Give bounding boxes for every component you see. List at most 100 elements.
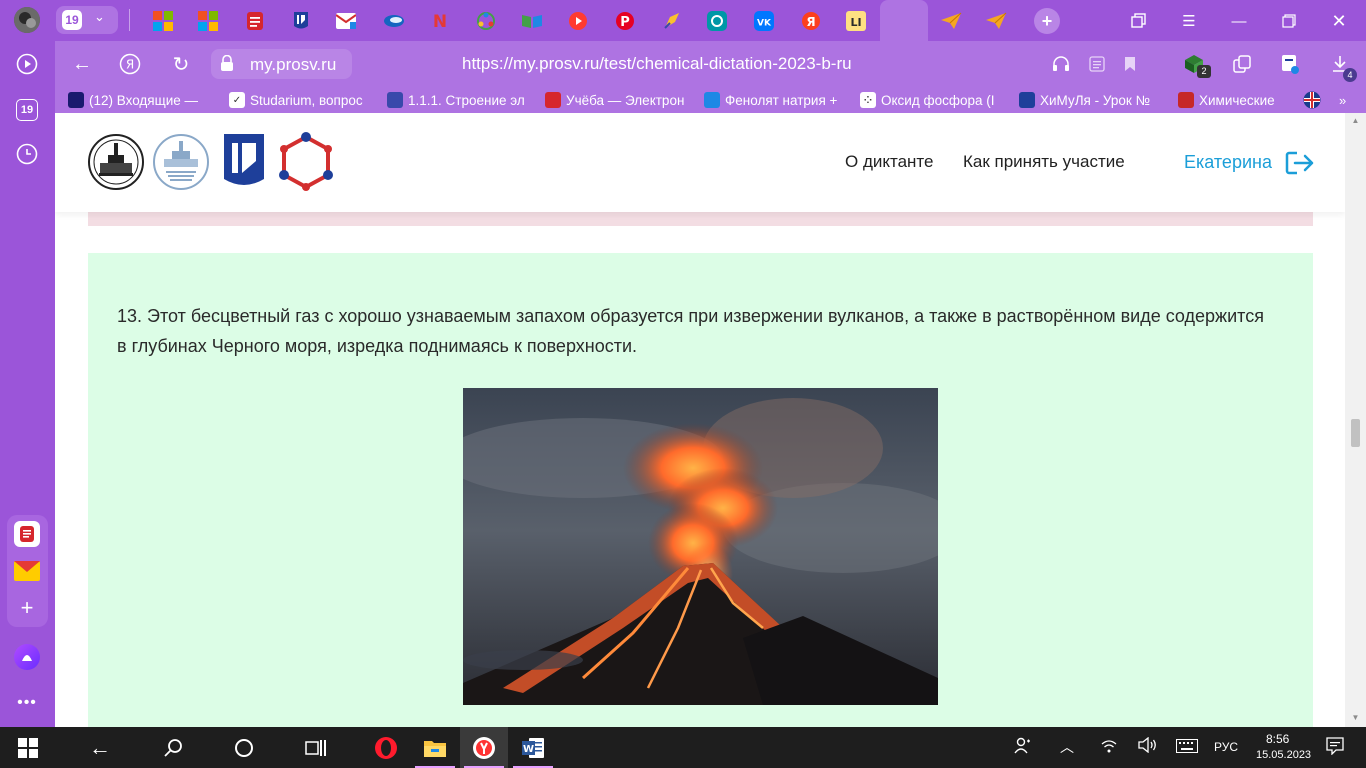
- bookmark-label: Химические: [1199, 92, 1275, 108]
- tabs-overview-icon[interactable]: [1128, 10, 1150, 32]
- book-icon[interactable]: [519, 8, 545, 34]
- bookmark-item[interactable]: ✓ Studarium, вопрос: [229, 91, 375, 109]
- reader-icon[interactable]: [1086, 53, 1108, 75]
- document-icon[interactable]: [14, 521, 40, 547]
- yandex-icon[interactable]: Я: [798, 8, 824, 34]
- play-icon[interactable]: [565, 8, 591, 34]
- litres-icon[interactable]: LI: [843, 8, 869, 34]
- paper-plane-icon[interactable]: [983, 8, 1009, 34]
- reload-icon[interactable]: ↻: [168, 51, 194, 77]
- headphones-icon[interactable]: [1050, 53, 1072, 75]
- edge-icon[interactable]: [381, 8, 407, 34]
- dots-icon: ⁘: [860, 92, 876, 108]
- history-icon[interactable]: [14, 141, 40, 167]
- mail-icon: [68, 92, 84, 108]
- wifi-icon[interactable]: [1100, 738, 1118, 757]
- language-flag-icon[interactable]: [1303, 91, 1325, 109]
- ac-icon: [704, 92, 720, 108]
- alice-icon[interactable]: [14, 644, 40, 670]
- opera-icon[interactable]: [362, 727, 410, 768]
- add-panel-icon[interactable]: +: [14, 595, 40, 621]
- bookmark-item[interactable]: Химические: [1178, 91, 1296, 109]
- tray-chevron-up-icon[interactable]: ︿: [1060, 737, 1074, 757]
- tab-counter-button[interactable]: 19 ⌄: [56, 6, 118, 34]
- new-tab-button[interactable]: +: [1034, 8, 1060, 34]
- lock-icon[interactable]: [220, 54, 234, 71]
- svg-text:N: N: [433, 12, 447, 31]
- people-icon[interactable]: [1014, 737, 1032, 758]
- scroll-up-icon[interactable]: ▲: [1350, 116, 1361, 126]
- windows-start-icon[interactable]: [4, 727, 52, 768]
- tab-strip: 19 ⌄ N P VK Я LI + ☰ — ✕: [0, 0, 1366, 41]
- logout-icon[interactable]: [1285, 150, 1315, 181]
- volume-icon[interactable]: [1138, 736, 1158, 756]
- msu-logo[interactable]: [87, 133, 145, 196]
- language-indicator[interactable]: РУС: [1214, 740, 1238, 754]
- search-icon[interactable]: [149, 727, 197, 768]
- more-icon[interactable]: •••: [14, 690, 40, 716]
- address-bar-row: ← Я ↻ my.prosv.ru https://my.prosv.ru/te…: [55, 41, 1366, 87]
- bookmark-label: Фенолят натрия +: [725, 92, 838, 108]
- bookmark-icon[interactable]: [1119, 53, 1141, 75]
- mail-icon[interactable]: [14, 558, 40, 584]
- scrollbar-thumb[interactable]: [1351, 419, 1360, 447]
- prosv-logo-icon[interactable]: [288, 8, 314, 34]
- back-icon[interactable]: ←: [69, 51, 95, 77]
- rocket-icon[interactable]: [659, 8, 685, 34]
- bird-icon: ✓: [229, 92, 245, 108]
- chemistry-faculty-logo[interactable]: [152, 133, 210, 196]
- task-view-icon[interactable]: [292, 727, 340, 768]
- user-name-link[interactable]: Екатерина: [1184, 152, 1272, 173]
- mail-icon[interactable]: [333, 8, 359, 34]
- bookmarks-overflow-icon[interactable]: »: [1339, 91, 1355, 109]
- pinterest-icon[interactable]: P: [612, 8, 638, 34]
- collections-icon[interactable]: [1231, 53, 1253, 75]
- molecule-icon[interactable]: [473, 8, 499, 34]
- bookmark-item[interactable]: Учёба — Электрон: [545, 91, 688, 109]
- profile-avatar[interactable]: [14, 7, 40, 33]
- page-scrollbar[interactable]: ▲ ▼: [1345, 113, 1366, 727]
- restore-icon[interactable]: [1278, 10, 1300, 32]
- prosv-logo[interactable]: [223, 133, 265, 196]
- translate-extension-icon[interactable]: [1279, 53, 1301, 75]
- microsoft-icon[interactable]: [150, 8, 176, 34]
- menu-icon[interactable]: ☰: [1178, 10, 1200, 32]
- nav-how-link[interactable]: Как принять участие: [963, 152, 1125, 172]
- minimize-icon[interactable]: —: [1228, 10, 1250, 32]
- close-icon[interactable]: ✕: [1328, 10, 1350, 32]
- cortana-icon[interactable]: [220, 727, 268, 768]
- active-tab[interactable]: [880, 0, 928, 41]
- chemistry-icon[interactable]: [704, 8, 730, 34]
- url-input[interactable]: https://my.prosv.ru/test/chemical-dictat…: [462, 54, 852, 74]
- word-icon[interactable]: W: [509, 727, 557, 768]
- atom-icon: [387, 92, 403, 108]
- bookmark-item[interactable]: Фенолят натрия +: [704, 91, 846, 109]
- yandex-browser-icon[interactable]: [460, 727, 508, 768]
- clock-time[interactable]: 8:56: [1266, 732, 1289, 746]
- vk-icon[interactable]: VK: [751, 8, 777, 34]
- notifications-icon[interactable]: [1326, 737, 1344, 758]
- microsoft-icon[interactable]: [195, 8, 221, 34]
- play-icon[interactable]: [14, 51, 40, 77]
- bookmark-item[interactable]: ХиМуЛя - Урок №: [1019, 91, 1164, 109]
- bookmark-item[interactable]: 1.1.1. Строение эл: [387, 91, 534, 109]
- paper-plane-icon[interactable]: [938, 8, 964, 34]
- keyboard-icon[interactable]: [1176, 739, 1198, 756]
- back-icon[interactable]: ←: [76, 727, 124, 768]
- bookmark-label: Оксид фосфора (I: [881, 92, 995, 108]
- nav-about-link[interactable]: О диктанте: [845, 152, 933, 172]
- molecule-logo[interactable]: [278, 132, 334, 197]
- letter-n-icon[interactable]: N: [427, 8, 453, 34]
- bookmark-item[interactable]: (12) Входящие —: [68, 91, 216, 109]
- document-icon[interactable]: [242, 8, 268, 34]
- yandex-icon[interactable]: Я: [117, 51, 143, 77]
- question-text: 13. Этот бесцветный газ с хорошо узнавае…: [117, 306, 1264, 356]
- tab-separator: [129, 9, 130, 31]
- file-explorer-icon[interactable]: [411, 727, 459, 768]
- bookmarks-bar: (12) Входящие — ✓ Studarium, вопрос 1.1.1. …: [55, 87, 1366, 113]
- bookmark-item[interactable]: ⁘ Оксид фосфора (I: [860, 91, 1005, 109]
- clock-date[interactable]: 15.05.2023: [1256, 749, 1311, 761]
- tab-counter-side[interactable]: 19: [14, 97, 40, 123]
- extension-count-badge: 2: [1197, 65, 1211, 78]
- scroll-down-icon[interactable]: ▼: [1350, 713, 1361, 723]
